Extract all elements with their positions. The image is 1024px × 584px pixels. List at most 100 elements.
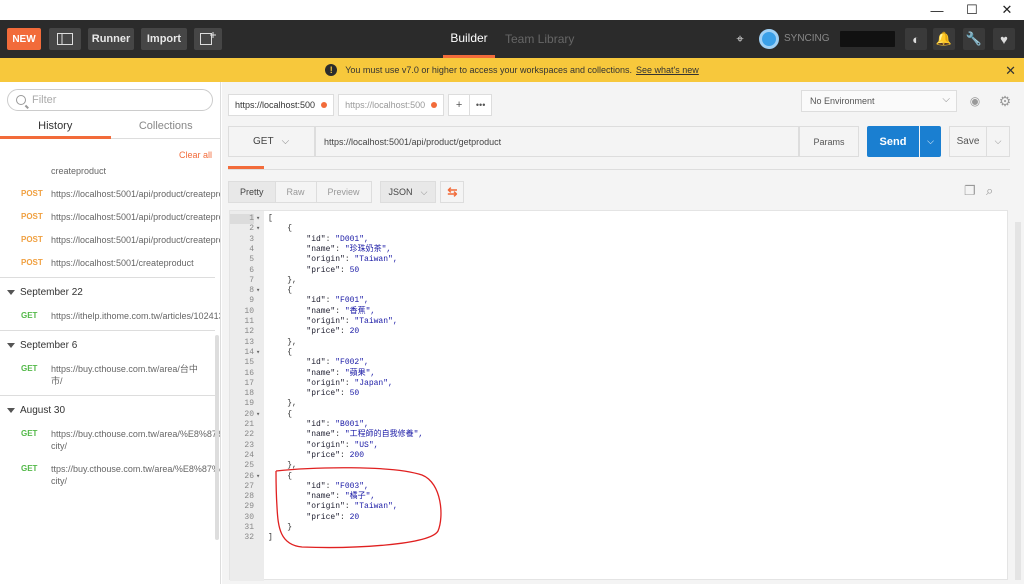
close-window-button[interactable]: ✕ [990, 0, 1024, 20]
minimize-button[interactable]: — [920, 0, 954, 20]
history-item[interactable]: GET ttps://buy.cthouse.com.tw/area/%E8%87… [0, 463, 220, 487]
divider [0, 277, 215, 278]
filter-input[interactable]: Filter [7, 89, 213, 111]
add-tab-button[interactable]: + [448, 94, 471, 116]
code-text: "id": "F002", [306, 358, 369, 368]
divider [0, 330, 215, 331]
new-window-button[interactable] [194, 28, 222, 50]
response-body[interactable]: 1 ▾[2 ▾ {3 "id": "D001", 4 "name": "珍珠奶茶", 5… [229, 210, 1009, 581]
line-number: 21 [244, 420, 254, 429]
tab-team-library[interactable]: Team Library [505, 20, 574, 58]
history-item[interactable]: POST https://localhost:5001/api/product/c… [0, 211, 220, 223]
import-button[interactable]: Import [141, 28, 187, 50]
maximize-button[interactable]: ☐ [955, 0, 989, 20]
history-item[interactable]: POST https://localhost:5001/createproduct [0, 257, 215, 269]
code-line: 32] [230, 533, 1009, 543]
tab-pretty[interactable]: Pretty [228, 181, 276, 203]
code-line: 20 ▾ { [230, 410, 1009, 420]
code-text: "price": 20 [306, 327, 360, 337]
send-dropdown-button[interactable]: ⌵ [920, 126, 941, 157]
code-line: 26 ▾ { [230, 472, 1009, 482]
close-icon[interactable]: ✕ [1005, 63, 1016, 79]
fold-arrow-icon[interactable]: ▾ [256, 286, 260, 296]
save-button[interactable]: Save [949, 126, 987, 157]
line-number: 23 [244, 440, 254, 450]
fold-arrow-icon[interactable]: ▾ [256, 224, 260, 234]
code-text: ] [268, 533, 273, 543]
sidebar-scrollbar[interactable] [215, 335, 219, 540]
update-banner: ! You must use v7.0 or higher to access … [0, 58, 1024, 82]
line-number: 24 [244, 450, 254, 460]
code-text: "price": 50 [306, 265, 360, 275]
history-url: https://buy.cthouse.com.tw/area/台中市/ [51, 364, 198, 386]
history-url: createproduct [51, 166, 107, 176]
history-date-group[interactable]: September 22 [0, 286, 215, 300]
code-line: 9 "id": "F001", [230, 296, 1009, 306]
main-scrollbar[interactable] [1015, 222, 1021, 580]
search-icon[interactable]: ⌕ [986, 183, 993, 199]
heart-icon[interactable]: ♥ [993, 28, 1015, 50]
more-tabs-button[interactable]: ••• [470, 94, 493, 116]
history-item[interactable]: POST https://localhost:5001/api/product/c… [0, 234, 220, 246]
history-item[interactable]: GET https://ithelp.ithome.com.tw/articles… [0, 310, 220, 322]
sidebar: Filter History Collections Clear all cre… [0, 82, 221, 584]
tab-preview[interactable]: Preview [316, 181, 372, 203]
save-dropdown-button[interactable]: ⌵ [987, 126, 1010, 157]
chevron-down-icon: ⌵ [942, 94, 950, 105]
copy-icon[interactable]: ❐ [964, 183, 976, 199]
history-item[interactable]: GET https://buy.cthouse.com.tw/area/台中市/ [0, 363, 215, 387]
code-line: 12 "price": 20 [230, 327, 1009, 337]
line-number: 4 [249, 244, 254, 254]
code-text: { [268, 224, 293, 234]
history-partial-item[interactable]: createproduct [0, 165, 215, 177]
eye-icon[interactable]: ◉ [964, 90, 986, 112]
notifications-bell-icon[interactable]: 🔔 [933, 28, 955, 50]
settings-wrench-icon[interactable]: 🔧 [963, 28, 985, 50]
code-text: "origin": "Taiwan", [306, 255, 398, 265]
fold-arrow-icon[interactable]: ▾ [256, 214, 260, 224]
request-tab-label: https://localhost:500 [235, 100, 316, 110]
new-button[interactable]: NEW [7, 28, 41, 50]
gear-icon[interactable]: ⚙ [994, 90, 1016, 112]
params-button[interactable]: Params [799, 126, 859, 157]
sync-icon[interactable] [759, 29, 779, 49]
fold-arrow-icon[interactable]: ▾ [256, 348, 260, 358]
tab-history[interactable]: History [0, 115, 111, 139]
line-number: 2 [249, 224, 254, 234]
banner-link[interactable]: See what's new [636, 65, 699, 75]
fold-arrow-icon[interactable]: ▾ [256, 472, 260, 482]
fold-arrow-icon[interactable]: ▾ [256, 410, 260, 420]
history-list: createproduct POST https://localhost:5001… [0, 165, 220, 498]
history-date-group[interactable]: September 6 [0, 339, 215, 353]
interceptor-icon[interactable]: ⌖ [729, 28, 751, 50]
clear-all-link[interactable]: Clear all [179, 150, 212, 160]
capture-icon[interactable]: ◐ [905, 28, 927, 50]
history-date-group[interactable]: August 30 [0, 404, 215, 418]
history-item[interactable]: POST https://localhost:5001/api/product/c… [0, 188, 220, 200]
format-select[interactable]: JSON ⌵ [379, 181, 437, 203]
code-text: "origin": "Japan", [306, 378, 393, 388]
runner-button[interactable]: Runner [88, 28, 134, 50]
tab-builder[interactable]: Builder [443, 20, 495, 58]
history-url: ttps://buy.cthouse.com.tw/area/%E8%87%BA… [51, 464, 220, 486]
request-tab[interactable]: https://localhost:500 [228, 94, 335, 116]
send-button[interactable]: Send [867, 126, 919, 157]
toggle-sidebar-button[interactable] [49, 28, 81, 50]
tab-raw[interactable]: Raw [275, 181, 317, 203]
user-account-menu[interactable] [840, 31, 895, 47]
request-tab[interactable]: https://localhost:500 [338, 94, 445, 116]
filter-placeholder: Filter [32, 94, 57, 106]
code-line: 28 "name": "橘子", [230, 492, 1009, 502]
code-text: [ [268, 214, 273, 223]
code-line: 13 }, [230, 338, 1009, 348]
method-badge: GET [21, 364, 38, 373]
chevron-down-icon: ⌵ [420, 186, 428, 197]
line-number: 32 [244, 533, 254, 543]
history-item[interactable]: GET https://buy.cthouse.com.tw/area/%E8%8… [0, 428, 220, 452]
method-select[interactable]: GET ⌵ [228, 126, 315, 157]
wrap-lines-button[interactable]: ⇆ [440, 181, 465, 203]
environment-select[interactable]: No Environment ⌵ [801, 90, 957, 112]
history-url: https://ithelp.ithome.com.tw/articles/10… [51, 311, 221, 321]
url-input[interactable]: https://localhost:5001/api/product/getpr… [315, 126, 799, 157]
tab-collections[interactable]: Collections [110, 115, 220, 139]
